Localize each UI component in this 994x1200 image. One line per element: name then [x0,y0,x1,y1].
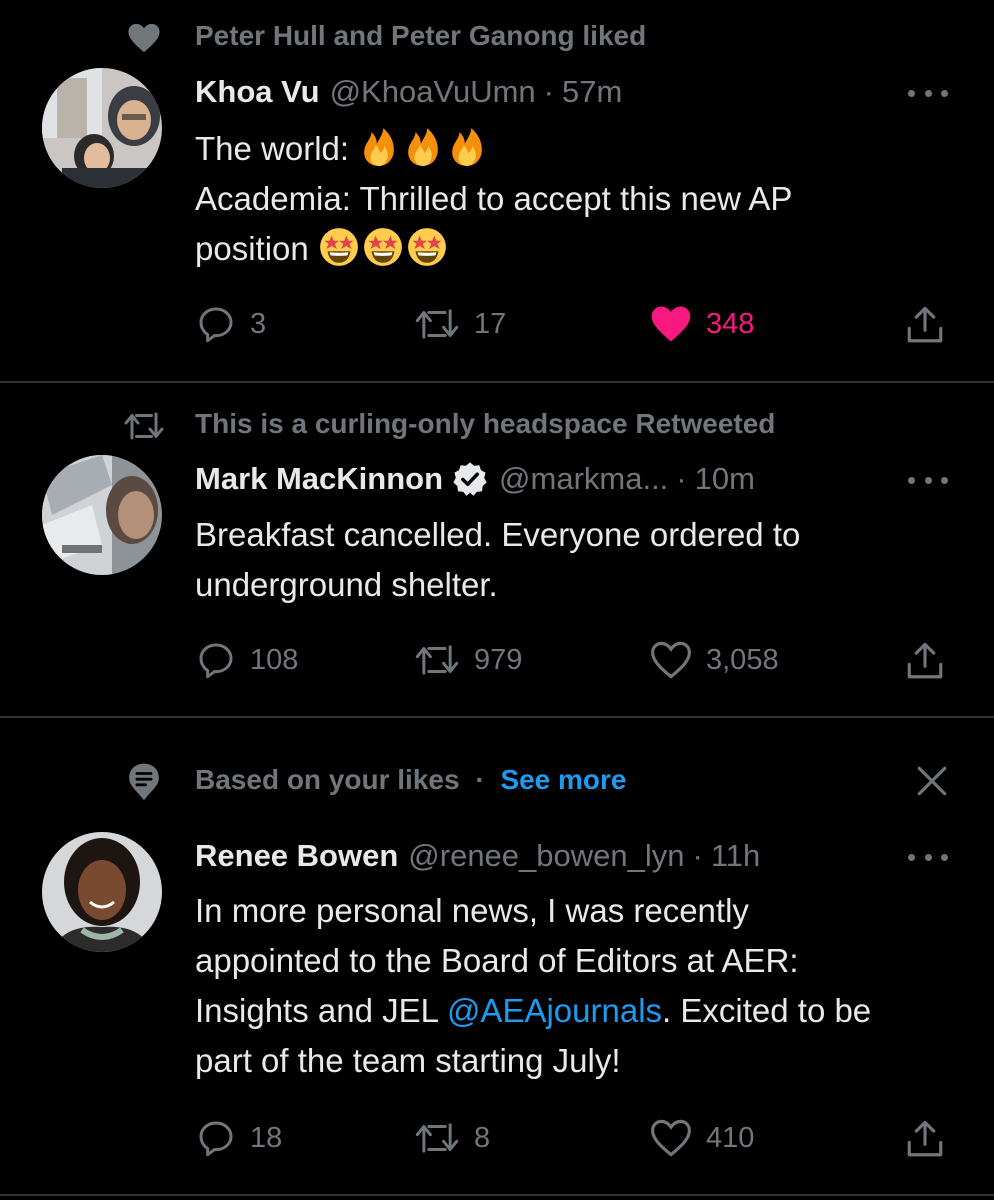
divider [0,381,994,383]
social-context[interactable]: Peter Hull and Peter Ganong liked [195,20,646,52]
retweet-icon [415,645,459,675]
mention-link[interactable]: @AEAjournals [447,992,662,1029]
heart-outline-icon [651,1119,691,1157]
like-button[interactable]: 348 [650,304,754,344]
author-handle[interactable]: @renee_bowen_lyn [408,836,684,876]
tweet-line: The world: [195,130,350,167]
star-struck-icon [320,228,358,266]
star-struck-icon [364,228,402,266]
fire-icon [408,128,439,166]
timestamp[interactable]: 57m [562,72,622,112]
reply-icon [199,307,233,343]
timestamp[interactable]: 11h [711,836,760,876]
verified-badge-icon [451,460,489,498]
tweet-header: Renee Bowen @renee_bowen_lyn · 11h [195,836,760,876]
like-button[interactable]: 3,058 [650,640,779,680]
tweet-actions: 108 979 3,058 [0,640,994,690]
share-icon [907,1120,943,1157]
fire-icon [364,128,395,166]
tweet-line: underground shelter. [195,566,498,603]
avatar[interactable] [42,68,162,188]
like-count: 3,058 [706,643,779,676]
like-button[interactable]: 410 [650,1118,754,1158]
author-handle[interactable]: @markma... [499,459,668,499]
separator: · [692,838,703,873]
share-button[interactable] [903,304,947,346]
retweet-icon [122,404,166,448]
author-name[interactable]: Mark MacKinnon [195,459,443,499]
tweet-line: appointed to the Board of Editors at AER… [195,942,799,979]
tweet-header: Mark MacKinnon @markma... · 10m [195,459,755,499]
reply-button[interactable]: 3 [196,304,266,344]
retweet-count: 17 [474,307,507,340]
tweet-text: Breakfast cancelled. Everyone ordered to… [195,510,955,610]
tweet-line: Academia: Thrilled to accept this new AP [195,180,793,217]
share-button[interactable] [903,1118,947,1160]
close-icon[interactable] [915,764,949,798]
share-button[interactable] [903,640,947,682]
separator: · [475,764,485,795]
tweet-text: The world: Academia: Thrilled to accept … [195,124,955,274]
more-options-icon[interactable] [908,470,948,490]
separator: · [543,74,554,109]
retweet-button[interactable]: 8 [414,1118,490,1158]
reply-count: 18 [250,1121,283,1154]
more-options-icon[interactable] [908,847,948,867]
retweet-count: 8 [474,1121,491,1154]
star-struck-icon [408,228,446,266]
more-options-icon[interactable] [908,83,948,103]
retweet-icon [415,309,459,339]
reply-button[interactable]: 108 [196,640,298,680]
reply-count: 108 [250,643,299,676]
tweet-actions: 3 17 348 [0,304,994,354]
reply-count: 3 [250,307,267,340]
tweet-line: In more personal news, I was recently [195,892,749,929]
divider [0,1194,994,1196]
tweet-line: part of the team starting July! [195,1042,621,1079]
share-icon [907,306,943,343]
reply-icon [199,643,233,679]
tweet-line: position [195,230,309,267]
avatar[interactable] [42,832,162,952]
heart-outline-icon [651,641,691,679]
like-count: 348 [706,307,755,340]
timestamp[interactable]: 10m [695,459,755,499]
author-name[interactable]: Renee Bowen [195,836,398,876]
separator: · [676,461,687,496]
see-more-link[interactable]: See more [500,764,626,795]
reply-button[interactable]: 18 [196,1118,282,1158]
author-name[interactable]: Khoa Vu [195,72,320,112]
retweet-button[interactable]: 979 [414,640,522,680]
avatar[interactable] [42,455,162,575]
fire-emoji [358,128,490,167]
topic-icon [122,760,166,804]
retweet-button[interactable]: 17 [414,304,506,344]
tweet-text: In more personal news, I was recently ap… [195,886,955,1086]
divider [0,716,994,718]
like-count: 410 [706,1121,755,1154]
recommendation-label: Based on your likes [195,764,460,795]
tweet-actions: 18 8 410 [0,1118,994,1168]
fire-icon [452,128,483,166]
tweet-header: Khoa Vu @KhoaVuUmn · 57m [195,72,622,112]
retweet-count: 979 [474,643,523,676]
retweet-icon [415,1123,459,1153]
reply-icon [199,1121,233,1157]
share-icon [907,642,943,679]
tweet-line: Breakfast cancelled. Everyone ordered to [195,516,801,553]
author-handle[interactable]: @KhoaVuUmn [330,72,536,112]
tweet-line: Insights and JEL [195,992,447,1029]
heart-filled-icon [651,306,691,342]
tweet-line: . Excited to be [662,992,872,1029]
recommendation-context: Based on your likes · See more [195,764,627,796]
social-context[interactable]: This is a curling-only headspace Retweet… [195,408,775,440]
heart-icon [122,16,166,60]
star-struck-emoji [318,228,450,267]
